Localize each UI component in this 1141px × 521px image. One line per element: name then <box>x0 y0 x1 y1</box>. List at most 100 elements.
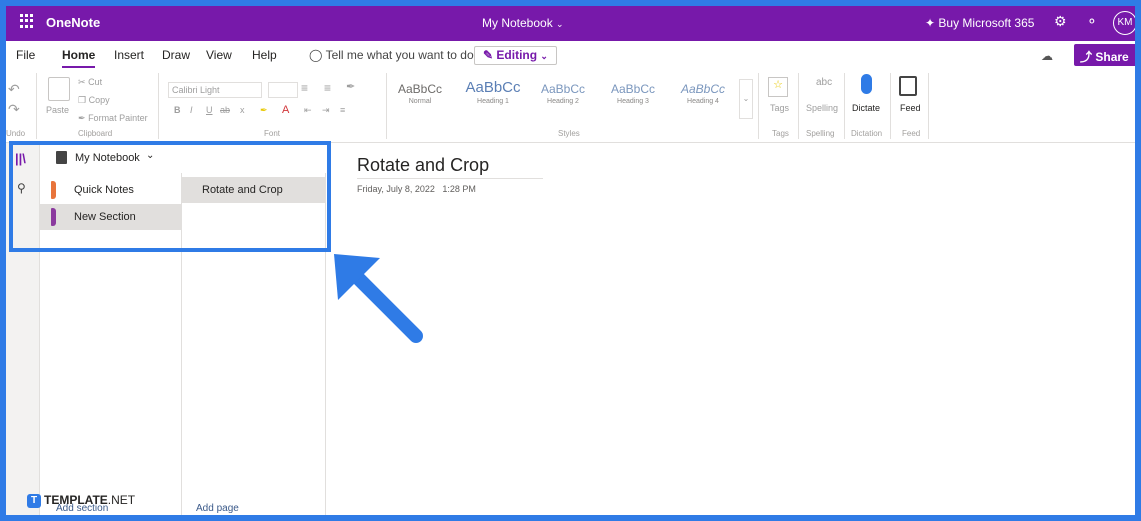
italic-button[interactable]: I <box>190 105 193 115</box>
style-preview: AaBbCc <box>610 82 656 96</box>
paste-button[interactable]: Paste <box>46 105 69 115</box>
divider <box>890 73 891 139</box>
cut-button[interactable]: ✂ Cut <box>78 77 102 88</box>
style-heading-4[interactable]: AaBbCc Heading 4 <box>676 82 730 105</box>
style-name: Heading 3 <box>617 98 649 105</box>
tab-draw[interactable]: Draw <box>162 48 190 62</box>
watermark-suffix: .NET <box>107 493 136 507</box>
page-title[interactable]: Rotate and Crop <box>357 155 543 179</box>
tab-file[interactable]: File <box>16 48 35 62</box>
bell-icon[interactable]: ⚬ <box>1086 13 1098 30</box>
font-color-icon[interactable]: A <box>282 104 289 116</box>
tab-insert[interactable]: Insert <box>114 48 144 62</box>
divider <box>844 73 845 139</box>
app-launcher-icon[interactable] <box>20 14 34 28</box>
underline-button[interactable]: U <box>206 105 213 115</box>
font-size-select[interactable] <box>268 82 298 98</box>
chevron-down-icon: ⌄ <box>540 51 548 61</box>
dictation-group-label: Dictation <box>851 129 883 138</box>
feed-button[interactable]: Feed <box>900 103 921 113</box>
undo-group-label: Undo <box>6 129 26 138</box>
buy-label: Buy Microsoft 365 <box>938 16 1035 30</box>
sync-status-icon[interactable]: ☁ <box>1041 49 1053 63</box>
clear-format-icon[interactable]: ✒ <box>346 80 355 93</box>
outdent-icon[interactable]: ⇤ <box>304 105 312 116</box>
font-name-value: Calibri Light <box>172 85 220 95</box>
editing-mode-button[interactable]: ✎ Editing ⌄ <box>474 46 557 65</box>
copy-icon: ❐ <box>78 95 87 105</box>
style-normal[interactable]: AaBbCc Normal <box>398 82 442 105</box>
style-preview: AaBbCc <box>465 79 521 96</box>
styles-more-icon[interactable]: ⌄ <box>739 79 753 119</box>
style-preview: AaBbCc <box>398 82 443 96</box>
dictate-button[interactable]: Dictate <box>852 103 880 113</box>
onenote-window: OneNote My Notebook ⌄ ✦ Buy Microsoft 36… <box>6 6 1135 515</box>
divider <box>798 73 799 139</box>
add-page-button[interactable]: Add page <box>196 503 239 514</box>
watermark-brand: TEMPLATE <box>44 493 108 507</box>
tab-view[interactable]: View <box>206 48 232 62</box>
strikethrough-button[interactable]: ab <box>220 105 230 115</box>
style-heading-1[interactable]: AaBbCc Heading 1 <box>461 79 525 105</box>
style-heading-3[interactable]: AaBbCc Heading 3 <box>606 82 660 105</box>
copy-label: Copy <box>88 95 110 105</box>
tags-button[interactable]: Tags <box>770 103 789 113</box>
ribbon-tabs: File Home Insert Draw View Help ◯ Tell m… <box>6 41 1135 69</box>
page-time: 1:28 PM <box>442 184 476 194</box>
style-heading-2[interactable]: AaBbCc Heading 2 <box>536 82 590 105</box>
tags-group-label: Tags <box>772 129 789 138</box>
feed-icon[interactable] <box>899 76 917 96</box>
app-name[interactable]: OneNote <box>46 15 100 30</box>
diamond-icon: ✦ <box>925 16 936 30</box>
spelling-button[interactable]: Spelling <box>806 103 838 113</box>
chevron-down-icon: ⌄ <box>556 19 564 29</box>
share-label: Share <box>1095 50 1129 64</box>
share-button[interactable]: ⤴ Share <box>1074 44 1135 66</box>
template-logo-icon: T <box>27 493 41 508</box>
tab-home[interactable]: Home <box>62 48 96 68</box>
style-name: Normal <box>408 98 432 105</box>
title-bar: OneNote My Notebook ⌄ ✦ Buy Microsoft 36… <box>6 6 1135 41</box>
lightbulb-icon: ◯ <box>309 48 323 62</box>
numbering-icon[interactable]: ≡ <box>324 81 331 95</box>
paste-icon[interactable] <box>48 77 70 101</box>
style-name: Heading 4 <box>687 98 719 105</box>
buy-microsoft-365-button[interactable]: ✦ Buy Microsoft 365 <box>925 16 1034 30</box>
notebook-title-menu[interactable]: My Notebook ⌄ <box>482 16 564 30</box>
align-icon[interactable]: ≡ <box>340 105 345 115</box>
redo-icon[interactable]: ↷ <box>8 101 20 118</box>
page-date: Friday, July 8, 2022 <box>357 184 435 194</box>
clipboard-group-label: Clipboard <box>78 129 113 138</box>
pencil-icon: ✎ <box>483 48 494 62</box>
indent-icon[interactable]: ⇥ <box>322 105 330 116</box>
bullets-icon[interactable]: ≡ <box>301 81 308 95</box>
subscript-button[interactable]: x <box>240 105 245 115</box>
avatar[interactable]: KM <box>1113 11 1135 35</box>
divider <box>386 73 387 139</box>
undo-icon[interactable]: ↶ <box>8 81 20 98</box>
page-timestamp: Friday, July 8, 2022 1:28 PM <box>357 184 476 194</box>
tab-help[interactable]: Help <box>252 48 277 62</box>
highlight-icon[interactable]: ✒ <box>260 105 268 116</box>
format-painter-button[interactable]: ✒ Format Painter <box>78 113 148 124</box>
notebook-title: My Notebook <box>482 16 553 30</box>
copy-button[interactable]: ❐ Copy <box>78 95 110 106</box>
spelling-group-label: Spelling <box>806 129 835 138</box>
spelling-icon[interactable]: abc <box>816 77 832 88</box>
divider <box>158 73 159 139</box>
style-preview: AaBbCc <box>540 82 586 96</box>
tag-icon[interactable]: ☆ <box>768 77 788 97</box>
share-icon: ⤴ <box>1080 50 1093 64</box>
highlight-box <box>9 141 331 252</box>
tell-me-search[interactable]: ◯ Tell me what you want to do <box>309 48 474 62</box>
microphone-icon[interactable] <box>861 74 872 94</box>
font-name-select[interactable]: Calibri Light <box>168 82 262 98</box>
cut-label: Cut <box>88 77 103 87</box>
divider <box>36 73 37 139</box>
styles-group-label: Styles <box>558 129 580 138</box>
bold-button[interactable]: B <box>174 105 181 115</box>
gear-icon[interactable]: ⚙ <box>1054 13 1067 30</box>
editing-label: Editing <box>496 48 538 62</box>
ribbon-home: ↶ ↷ Undo Paste ✂ Cut ❐ Copy ✒ Format Pai… <box>6 69 1135 143</box>
style-preview: AaBbCc <box>680 82 726 96</box>
